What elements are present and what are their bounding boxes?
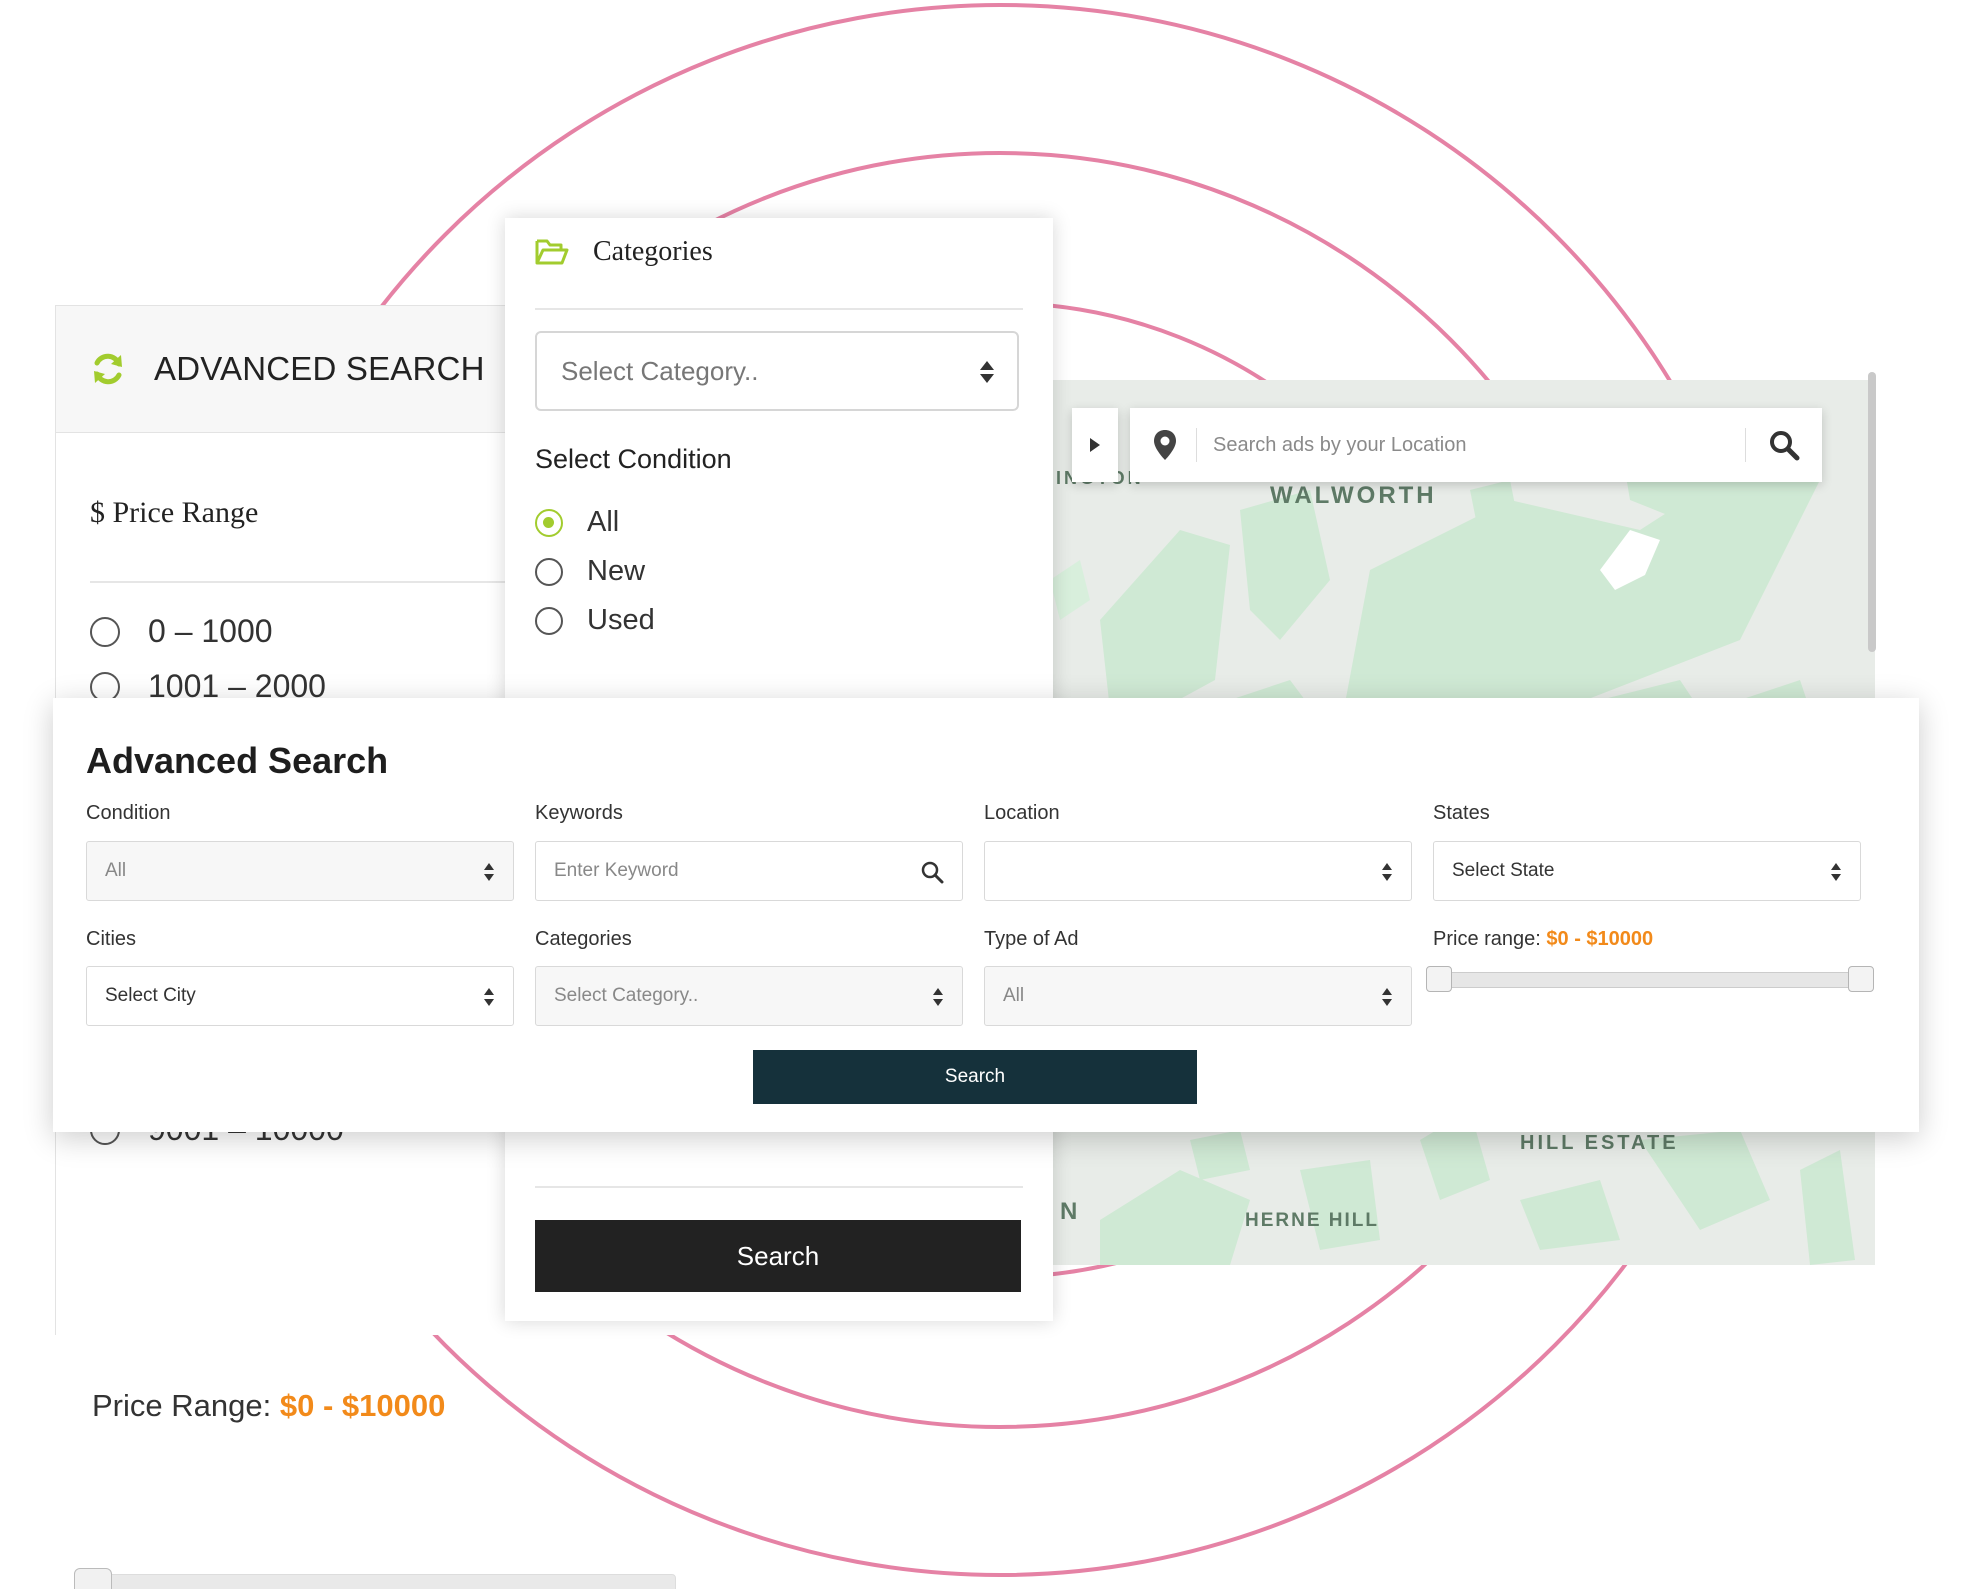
condition-option-new[interactable]: New xyxy=(535,555,645,588)
price-range-label: Price Range: xyxy=(92,1388,272,1423)
category-select-value: Select Category.. xyxy=(561,355,759,386)
search-icon[interactable] xyxy=(1768,429,1800,461)
type-of-ad-select-value: All xyxy=(1003,985,1025,1006)
location-search-input[interactable]: Search ads by your Location xyxy=(1213,434,1745,457)
keywords-input[interactable]: Enter Keyword xyxy=(535,841,963,901)
sort-arrows-icon xyxy=(484,988,494,1006)
map-location-search[interactable]: Search ads by your Location xyxy=(1130,408,1822,482)
folder-open-icon xyxy=(535,239,569,265)
sort-arrows-icon xyxy=(1382,988,1392,1006)
sort-arrows-icon xyxy=(484,863,494,881)
price-slider-track[interactable] xyxy=(76,1574,676,1589)
categories-title: Categories xyxy=(593,236,713,267)
cities-select-value: Select City xyxy=(105,985,196,1006)
states-select[interactable]: Select State xyxy=(1433,841,1861,901)
search-icon[interactable] xyxy=(920,860,944,884)
price-range-field: Price range: $0 - $10000 xyxy=(1433,928,1653,951)
cities-label: Cities xyxy=(86,928,137,950)
form-title: Advanced Search xyxy=(86,740,389,781)
radio-button[interactable] xyxy=(535,557,563,586)
states-label: States xyxy=(1433,802,1490,824)
condition-label: Condition xyxy=(86,802,171,824)
map-scrollbar[interactable] xyxy=(1868,372,1876,652)
price-slider-handle-max[interactable] xyxy=(1848,966,1874,992)
map-label-hill-estate: HILL ESTATE xyxy=(1520,1132,1679,1154)
advanced-search-form: Advanced Search Condition All Keywords E… xyxy=(53,698,1919,1132)
radio-button[interactable] xyxy=(90,671,120,702)
divider xyxy=(1196,428,1197,462)
price-option-label: 0 – 1000 xyxy=(148,613,273,649)
radio-button-selected[interactable] xyxy=(535,508,563,537)
select-condition-title: Select Condition xyxy=(535,444,732,474)
price-range-title: $ Price Range xyxy=(90,496,259,529)
refresh-icon xyxy=(94,353,122,385)
keywords-placeholder: Enter Keyword xyxy=(554,860,679,881)
radio-button[interactable] xyxy=(90,616,120,647)
type-of-ad-label: Type of Ad xyxy=(984,928,1079,950)
advanced-search-button[interactable]: Search xyxy=(753,1050,1197,1104)
condition-option-label: Used xyxy=(587,604,655,636)
map-pin-icon xyxy=(1154,430,1176,460)
condition-select-value: All xyxy=(105,860,127,881)
price-option-0-1000[interactable]: 0 – 1000 xyxy=(90,613,273,650)
location-select[interactable] xyxy=(984,841,1412,901)
condition-option-all[interactable]: All xyxy=(535,506,619,539)
map-label-n: N xyxy=(1060,1198,1081,1225)
categories-search-button[interactable]: Search xyxy=(535,1220,1021,1292)
map-label-walworth: WALWORTH xyxy=(1270,482,1437,509)
map-label-herne-hill: HERNE HILL xyxy=(1245,1210,1379,1231)
sort-arrows-icon xyxy=(980,361,994,383)
radio-button[interactable] xyxy=(535,606,563,635)
condition-option-label: New xyxy=(587,555,646,587)
sort-arrows-icon xyxy=(933,988,943,1006)
type-of-ad-select[interactable]: All xyxy=(984,966,1412,1026)
price-range-summary: Price Range: $0 - $10000 xyxy=(92,1388,445,1424)
divider xyxy=(1745,428,1746,462)
categories-label: Categories xyxy=(535,928,632,950)
cities-select[interactable]: Select City xyxy=(86,966,514,1026)
condition-select[interactable]: All xyxy=(86,841,514,901)
price-range-label: Price range: xyxy=(1433,928,1541,950)
condition-option-label: All xyxy=(587,506,620,538)
price-range-value: $0 - $10000 xyxy=(1546,928,1654,950)
sidebar-title: ADVANCED SEARCH xyxy=(154,350,485,387)
map-sidebar-toggle[interactable] xyxy=(1072,408,1118,482)
category-select[interactable]: Select Category.. xyxy=(535,331,1019,411)
price-slider-track[interactable] xyxy=(1430,972,1870,988)
caret-right-icon xyxy=(1090,438,1100,452)
sort-arrows-icon xyxy=(1831,863,1841,881)
price-range-value: $0 - $10000 xyxy=(279,1388,446,1423)
categories-header: Categories xyxy=(535,236,713,268)
divider xyxy=(535,308,1023,310)
location-label: Location xyxy=(984,802,1060,824)
price-slider-handle[interactable] xyxy=(74,1568,112,1589)
price-slider-handle-min[interactable] xyxy=(1426,966,1452,992)
divider xyxy=(535,1186,1023,1188)
sort-arrows-icon xyxy=(1382,863,1392,881)
categories-select-value: Select Category.. xyxy=(554,985,699,1006)
condition-option-used[interactable]: Used xyxy=(535,604,655,637)
categories-select[interactable]: Select Category.. xyxy=(535,966,963,1026)
keywords-label: Keywords xyxy=(535,802,623,824)
states-select-value: Select State xyxy=(1452,860,1555,881)
